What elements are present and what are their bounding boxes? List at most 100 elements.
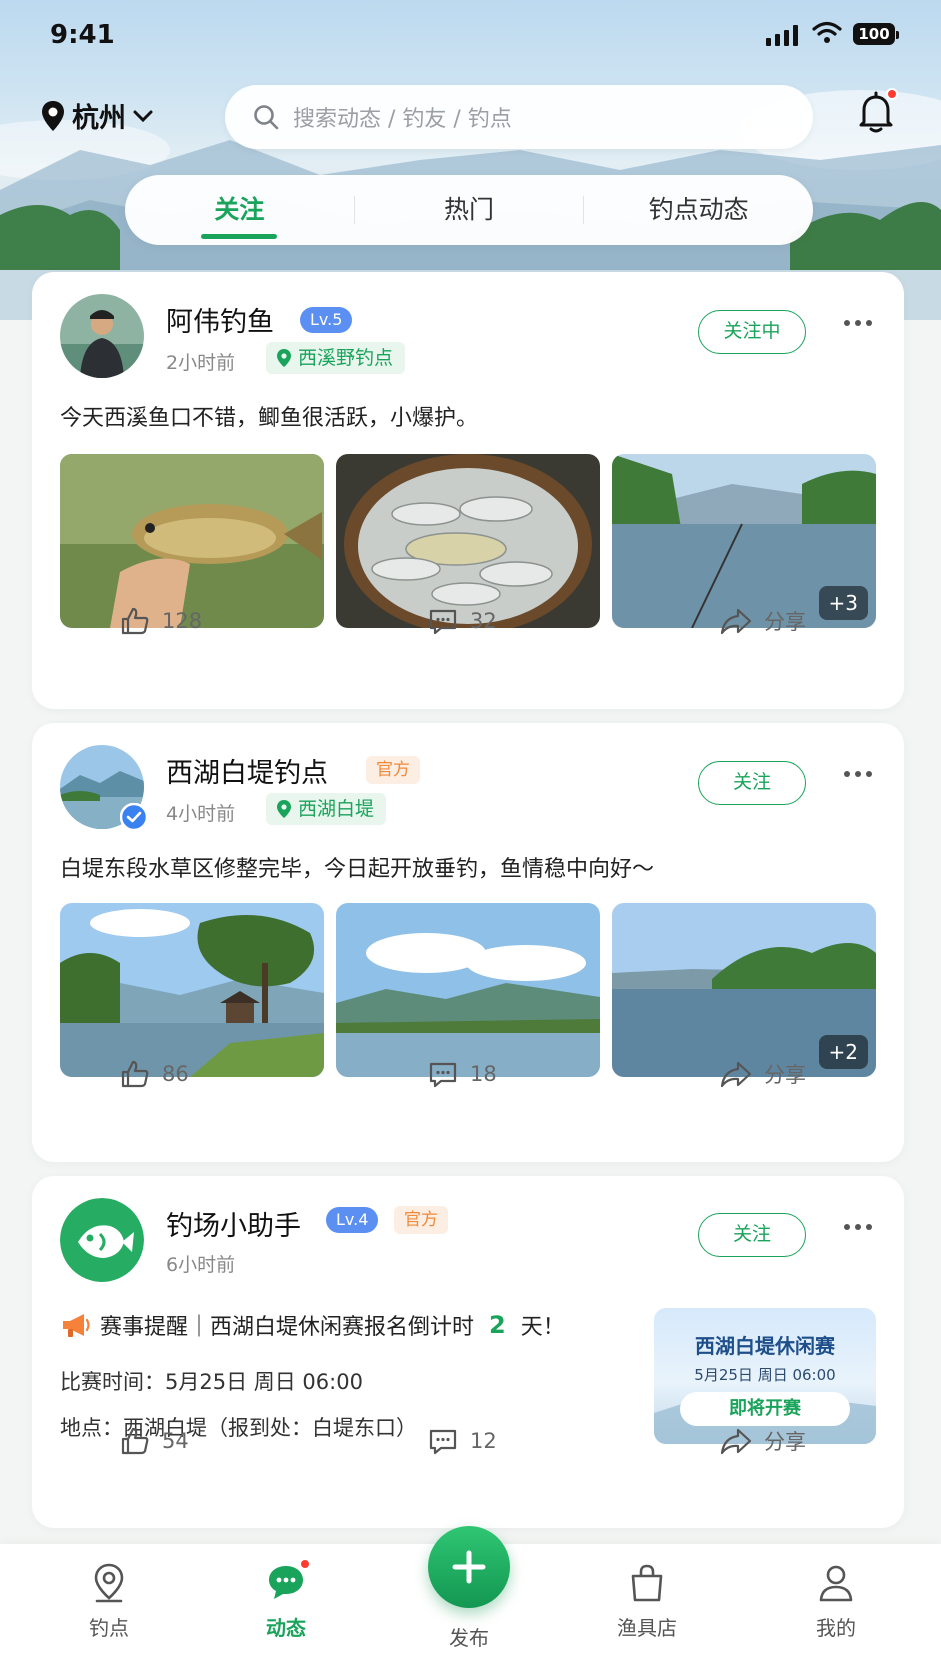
nav-feed[interactable]: 动态 — [226, 1558, 346, 1641]
more-options-icon[interactable] — [844, 320, 872, 326]
tab-hot[interactable]: 热门 — [355, 175, 584, 245]
thumbs-up-icon — [121, 1060, 149, 1088]
nav-profile[interactable]: 我的 — [776, 1562, 896, 1641]
thumbs-up-icon — [121, 1427, 149, 1455]
follow-button[interactable]: 关注 — [698, 1213, 806, 1257]
comment-count: 32 — [470, 609, 497, 633]
comment-count: 12 — [470, 1429, 497, 1453]
post-text: 白堤东段水草区修整完毕，今日起开放垂钓，鱼情稳中向好～ — [60, 857, 655, 882]
thumbs-up-icon — [121, 607, 149, 635]
share-button[interactable]: 分享 — [720, 1059, 806, 1089]
search-icon — [254, 105, 279, 130]
countdown-days: 2 — [489, 1311, 506, 1339]
post-photo[interactable] — [60, 903, 324, 1077]
notification-dot — [886, 88, 898, 100]
author-name[interactable]: 钓场小助手 — [166, 1204, 301, 1243]
nav-label: 发布 — [449, 1626, 489, 1650]
location-name: 西湖白堤 — [298, 798, 375, 820]
wifi-icon — [812, 21, 842, 43]
comment-button[interactable]: 18 — [428, 1059, 497, 1089]
post-photo[interactable]: +2 — [612, 903, 876, 1077]
share-icon — [720, 608, 752, 635]
comment-icon — [429, 1429, 457, 1455]
notification-button[interactable] — [856, 88, 898, 138]
avatar[interactable] — [60, 1198, 144, 1282]
author-name[interactable]: 阿伟钓鱼 — [166, 300, 274, 339]
post-time: 2小时前 — [166, 352, 236, 374]
post-time: 4小时前 — [166, 803, 236, 825]
post-card: 西湖白堤钓点 官方 4小时前 西湖白堤 关注 白堤东段水草区修整完毕，今日起开放… — [32, 723, 904, 1162]
search-placeholder: 搜索动态 / 钓友 / 钓点 — [293, 107, 512, 132]
level-badge: Lv.4 — [326, 1207, 379, 1233]
post-card: 阿伟钓鱼 Lv.5 2小时前 西溪野钓点 关注中 今天西溪鱼口不错，鲫鱼很活跃，… — [32, 272, 904, 709]
photo-grid: +3 — [60, 454, 876, 628]
share-label: 分享 — [764, 1063, 806, 1087]
nav-tackle-shop[interactable]: 渔具店 — [587, 1562, 707, 1641]
chevron-down-icon — [133, 110, 153, 122]
share-label: 分享 — [764, 610, 806, 634]
like-button[interactable]: 128 — [120, 606, 202, 636]
event-headline-suffix: 天！ — [513, 1315, 565, 1340]
photo-grid: +2 — [60, 903, 876, 1077]
like-button[interactable]: 86 — [120, 1059, 189, 1089]
post-actions: 86 18 分享 — [32, 1059, 904, 1099]
location-tag[interactable]: 西溪野钓点 — [266, 342, 406, 374]
more-options-icon[interactable] — [844, 1224, 872, 1230]
following-button[interactable]: 关注中 — [698, 310, 806, 354]
avatar[interactable] — [60, 294, 144, 378]
fish-logo-icon — [60, 1198, 144, 1282]
match-time: 比赛时间：5月25日 周日 06:00 — [60, 1370, 363, 1394]
location-pin-icon — [277, 800, 291, 818]
like-count: 128 — [162, 609, 203, 633]
post-photo[interactable] — [336, 903, 600, 1077]
comment-icon — [429, 609, 457, 635]
follow-button[interactable]: 关注 — [698, 761, 806, 805]
post-actions: 54 12 分享 — [32, 1426, 904, 1466]
map-pin-icon — [94, 1563, 124, 1603]
post-photo[interactable] — [336, 454, 600, 628]
comment-button[interactable]: 12 — [428, 1426, 497, 1456]
nav-label: 钓点 — [89, 1616, 129, 1640]
post-photo[interactable] — [60, 454, 324, 628]
like-count: 86 — [162, 1062, 189, 1086]
location-pin-icon — [42, 100, 64, 131]
plus-icon — [452, 1550, 486, 1584]
nav-post[interactable]: 发布 — [409, 1618, 529, 1651]
comment-button[interactable]: 32 — [428, 606, 497, 636]
level-badge: Lv.5 — [300, 307, 353, 333]
post-photo[interactable]: +3 — [612, 454, 876, 628]
search-input[interactable]: 搜索动态 / 钓友 / 钓点 — [225, 85, 813, 149]
author-name[interactable]: 西湖白堤钓点 — [166, 751, 328, 790]
share-icon — [720, 1428, 752, 1455]
avatar[interactable] — [60, 745, 148, 831]
nav-label: 我的 — [816, 1616, 856, 1640]
official-badge: 官方 — [394, 1206, 448, 1234]
tab-spot-updates[interactable]: 钓点动态 — [584, 175, 813, 245]
nav-fishing-spots[interactable]: 钓点 — [49, 1562, 169, 1641]
like-count: 54 — [162, 1429, 189, 1453]
post-actions: 128 32 分享 — [32, 606, 904, 646]
event-headline: 赛事提醒｜西湖白堤休闲赛报名倒计时 2 天！ — [60, 1309, 565, 1341]
status-time: 9:41 — [50, 20, 115, 50]
comment-count: 18 — [470, 1062, 497, 1086]
location-name: 西溪野钓点 — [298, 347, 394, 369]
location-tag[interactable]: 西湖白堤 — [266, 793, 387, 825]
city-selector[interactable]: 杭州 — [40, 96, 154, 135]
event-card-title: 西湖白堤休闲赛 — [695, 1334, 835, 1358]
nav-label: 动态 — [266, 1616, 306, 1640]
tab-following[interactable]: 关注 — [125, 175, 354, 245]
event-card[interactable]: 西湖白堤休闲赛 5月25日 周日 06:00 即将开赛 — [654, 1308, 876, 1444]
post-card: 钓场小助手 Lv.4 官方 6小时前 关注 赛事提醒｜西湖白堤休闲赛报名倒计时 … — [32, 1176, 904, 1528]
event-card-cta[interactable]: 即将开赛 — [680, 1392, 850, 1426]
publish-button[interactable] — [428, 1526, 510, 1608]
location-pin-icon — [277, 349, 291, 367]
event-headline-text: 赛事提醒｜西湖白堤休闲赛报名倒计时 — [100, 1315, 481, 1340]
comment-icon — [429, 1062, 457, 1088]
like-button[interactable]: 54 — [120, 1426, 189, 1456]
share-button[interactable]: 分享 — [720, 1426, 806, 1456]
user-icon — [819, 1565, 853, 1602]
share-icon — [720, 1061, 752, 1088]
share-button[interactable]: 分享 — [720, 606, 806, 636]
unread-dot — [299, 1558, 311, 1570]
more-options-icon[interactable] — [844, 771, 872, 777]
